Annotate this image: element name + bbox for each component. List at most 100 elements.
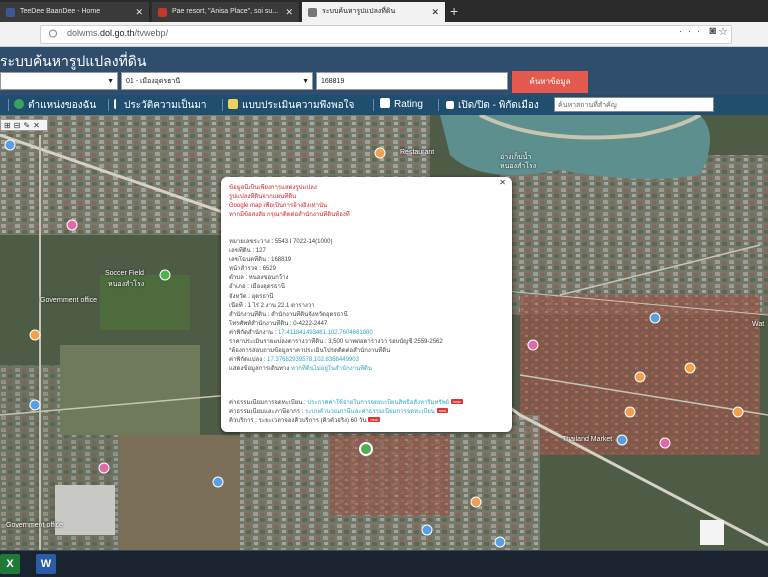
close-tab-icon[interactable]: ✕ — [285, 2, 293, 22]
history-label: ประวัติความเป็นมา — [124, 100, 207, 111]
history-button[interactable]: ประวัติความเป็นมา — [114, 98, 207, 113]
detail-row: ค่าพิกัดแปลง : 17.37682939578,102.836844… — [229, 356, 509, 365]
divider — [8, 99, 9, 111]
toggle-city-coords-button[interactable]: เปิด/ปิด - พิกัดเมือง — [446, 98, 539, 113]
new-badge: new — [368, 417, 380, 423]
fee-row: ค่าธรรมเนียมและภาษีอากร : ระบบคำนวณภาษีแ… — [229, 408, 509, 417]
detail-label: เลขที่ดิน : — [229, 248, 255, 255]
district-select[interactable]: 01 - เมืองอุดรธานี ▼ — [121, 72, 313, 90]
registration-fee-link[interactable]: ประกาศค่าใช้จ่ายในการจดทะเบียนสิทธิอสังห… — [307, 400, 449, 406]
detail-label: หน้าสำรวจ : — [229, 266, 261, 273]
search-button[interactable]: ค้นหาข้อมูล — [512, 71, 588, 93]
survey-form-icon — [228, 99, 238, 109]
parcel-info-popup: ✕ ข้อมูลนี้เป็นเพียงการแสดงรูปแปลง รูปแป… — [221, 177, 512, 432]
survey-button[interactable]: แบบประเมินความพึงพอใจ — [228, 98, 354, 113]
detail-label: ตำบล : — [229, 275, 248, 282]
map-label: Government office — [40, 297, 98, 304]
detail-row: ราคาประเมินรายแปลงตารางวาที่ดิน : 3,500 … — [229, 338, 509, 347]
word-icon[interactable]: W — [36, 554, 56, 574]
survey-label: แบบประเมินความพึงพอใจ — [242, 100, 355, 111]
detail-value: 127 — [255, 248, 266, 255]
detail-value: หนองขอนกว้าง — [248, 275, 289, 282]
office-coord-link[interactable]: 17.411841493461,102.7604661080 — [278, 330, 373, 336]
facebook-icon — [6, 8, 15, 17]
detail-row: เลขที่ดิน : 127 — [229, 247, 509, 256]
app-header: ระบบค้นหารูปแปลงที่ดิน ▼ 01 - เมืองอุดรธ… — [0, 47, 768, 95]
price-notice: *ต้องการสอบถามข้อมูลราคาประเมินโปรดติดต่… — [229, 348, 391, 355]
fee-label: คิวบริการ : — [229, 418, 257, 425]
detail-label: อำเภอ : — [229, 284, 249, 291]
fee-row: คิวบริการ : ระยะเวลาจองคิวบริการ (คิวตัว… — [229, 417, 509, 426]
map-toolbar: ตำแหน่งของฉัน ประวัติความเป็นมา แบบประเม… — [0, 95, 768, 115]
fee-label: ค่าธรรมเนียมและภาษีอากร : — [229, 409, 304, 416]
detail-row: หมายเลขระวาง : 5543 I 7022-14(1000) — [229, 238, 509, 247]
new-badge: new — [451, 399, 463, 404]
warning-text: ข้อมูลนี้เป็นเพียงการแสดงรูปแปลง รูปแปลง… — [229, 184, 499, 220]
chevron-down-icon: ▼ — [302, 78, 309, 85]
browser-tab-resort[interactable]: Pae resort, "Anisa Place", soi su... ✕ — [152, 2, 300, 22]
parcel-details: หมายเลขระวาง : 5543 I 7022-14(1000) เลขท… — [229, 238, 509, 374]
rating-button[interactable]: Rating — [380, 98, 423, 110]
tax-calculator-link[interactable]: ระบบคำนวณภาษีและค่าธรรมเนียมการจดทะเบียน — [305, 409, 435, 415]
map-label: Thailand Market — [562, 436, 613, 443]
map-label: Restaurant — [400, 149, 435, 156]
parcel-number-input[interactable]: 168819 — [316, 72, 508, 90]
warning-line: ข้อมูลนี้เป็นเพียงการแสดงรูปแปลง — [229, 185, 317, 191]
browser-tab-teedee[interactable]: TeeDee BaanDee - Home ✕ — [0, 2, 150, 22]
detail-row: สำนักงานที่ดิน : สำนักงานที่ดินจังหวัดอุ… — [229, 311, 509, 320]
province-select[interactable]: ▼ — [0, 72, 118, 90]
bookmark-star-icon[interactable]: ☆ — [718, 25, 728, 38]
detail-label: จังหวัด : — [229, 293, 250, 300]
map-label: Wat — [752, 321, 765, 328]
warning-line: Google map เพื่อเป็นการอ้างอิงเท่านั้น — [229, 203, 328, 210]
detail-value: 168819 — [271, 257, 292, 264]
browser-tab-land-search[interactable]: ระบบค้นหารูปแปลงที่ดิน ✕ — [302, 2, 446, 22]
globe-icon — [14, 99, 24, 109]
browser-tab-bar: TeeDee BaanDee - Home ✕ Pae resort, "Ani… — [0, 0, 768, 22]
my-location-button[interactable]: ตำแหน่งของฉัน — [14, 98, 96, 113]
detail-label: สำนักงานที่ดิน : — [229, 311, 270, 318]
close-icon[interactable]: ✕ — [499, 178, 506, 187]
detail-value: อุดรธานี — [251, 293, 274, 300]
detail-value: เมืองอุดรธานี — [250, 284, 285, 291]
tab-title: ระบบค้นหารูปแปลงที่ดิน — [322, 8, 396, 15]
toggle-city-coords-label: เปิด/ปิด - พิกัดเมือง — [458, 100, 539, 111]
tab-title: Pae resort, "Anisa Place", soi su... — [172, 8, 279, 15]
excel-icon[interactable]: X — [0, 554, 20, 574]
detail-row: หน้าสำรวจ : 6529 — [229, 265, 509, 274]
detail-label: ค่าพิกัดแปลง : — [229, 357, 266, 364]
landmark-search-input[interactable]: ค้นหาสถานที่สำคัญ — [554, 97, 714, 112]
url-path: /tvwebp/ — [134, 28, 169, 38]
chart-icon — [380, 98, 390, 108]
detail-value: 5543 I 7022-14(1000) — [274, 239, 333, 245]
url-field[interactable]: dolwms.dol.go.th/tvwebp/ — [40, 25, 732, 44]
detail-row: แสดงข้อมูลการเดินทาง หากที่ดินไม่อยู่ในส… — [229, 365, 509, 374]
tab-title: TeeDee BaanDee - Home — [20, 8, 101, 15]
os-taskbar: X W — [0, 550, 768, 577]
chevron-down-icon: ▼ — [107, 78, 114, 85]
district-select-value: 01 - เมืองอุดรธานี — [126, 78, 181, 85]
address-bar: dolwms.dol.go.th/tvwebp/ ··· ◙ ☆ — [0, 22, 768, 47]
new-tab-button[interactable]: + — [450, 2, 458, 20]
detail-row: เลขโฉนดที่ดิน : 168819 — [229, 256, 509, 265]
close-tab-icon[interactable]: ✕ — [431, 2, 439, 22]
site-favicon-icon — [158, 8, 167, 17]
pocket-icon[interactable]: ◙ — [709, 25, 716, 37]
parcel-coord-link[interactable]: 17.37682939578,102.8368449903 — [267, 357, 359, 363]
map-view[interactable]: ⊞⊟✎✕ Soccer Field หนองสำโรง Government o… — [0, 115, 768, 550]
detail-row: ตำบล : หนองขอนกว้าง — [229, 274, 509, 283]
fee-row: ค่าธรรมเนียมการจดทะเบียน : ประกาศค่าใช้จ… — [229, 399, 509, 408]
map-label: หนองสำโรง — [500, 163, 537, 170]
map-tools[interactable]: ⊞⊟✎✕ — [0, 119, 48, 131]
parcel-number-value: 168819 — [321, 78, 345, 85]
more-icon[interactable]: ··· — [679, 26, 706, 36]
toggle-icon — [446, 101, 454, 109]
detail-row: เนื้อที่ : 1 ไร่ 2 งาน 22.1 ตารางวา — [229, 302, 509, 311]
close-tab-icon[interactable]: ✕ — [135, 2, 143, 22]
detail-value: 0-4222-2447 — [293, 320, 328, 327]
detail-label: โทรศัพท์สำนักงานที่ดิน : — [229, 320, 292, 327]
map-label: หนองสำโรง — [108, 281, 145, 288]
map-label: Government office — [6, 522, 64, 529]
info-icon — [49, 29, 57, 38]
directions-link[interactable]: หากที่ดินไม่อยู่ในสำนักงานที่ดิน — [291, 366, 372, 372]
